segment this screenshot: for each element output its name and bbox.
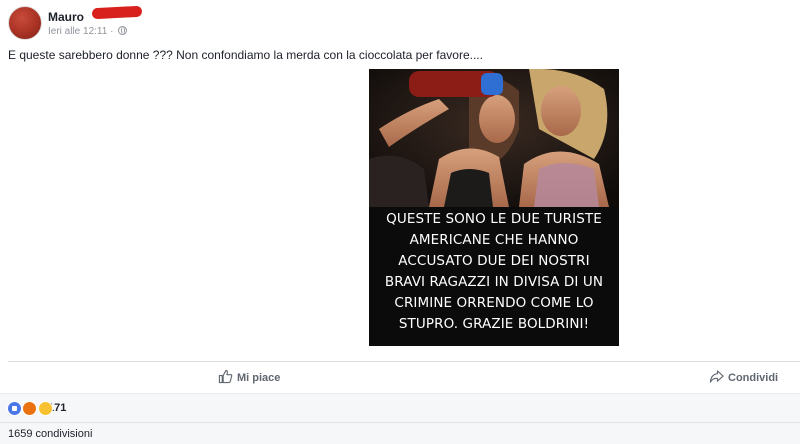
meme-caption: QUESTE SONO LE DUE TURISTE AMERICANE CHE… (369, 209, 619, 335)
share-label: Condividi (728, 372, 779, 384)
shares-count[interactable]: 1659 condivisioni (8, 428, 92, 440)
like-label: Mi piace (237, 372, 281, 384)
meme-caption-line: CRIMINE ORRENDO COME LO (394, 295, 594, 311)
post-meta: Ieri alle 12:11 · (48, 26, 128, 37)
meme-caption-line: BRAVI RAGAZZI IN DIVISA DI UN (384, 274, 604, 290)
author-first-name[interactable]: Mauro (48, 10, 84, 24)
meta-separator: · (110, 26, 114, 37)
meme-caption-line: STUPRO. GRAZIE BOLDRINI! (398, 316, 590, 332)
post-text: E queste sarebbero donne ??? Non confond… (8, 48, 483, 62)
share-button[interactable]: Condividi (709, 369, 778, 385)
post-image[interactable]: QUESTE SONO LE DUE TURISTE AMERICANE CHE… (369, 69, 619, 346)
globe-icon[interactable] (118, 26, 128, 35)
share-arrow-icon (709, 370, 724, 383)
post-timestamp[interactable]: Ieri alle 12:11 (48, 26, 107, 37)
haha-reaction-icon (37, 401, 53, 416)
author-name[interactable]: Mauro (48, 10, 84, 24)
like-button[interactable]: Mi piace (218, 369, 280, 385)
meme-caption-line: QUESTE SONO LE DUE TURISTE (386, 211, 602, 227)
reaction-icons[interactable] (7, 401, 53, 416)
photo-two-women (369, 69, 619, 207)
meme-caption-line: ACCUSATO DUE DEI NOSTRI (398, 253, 590, 269)
angry-reaction-icon (22, 401, 38, 416)
meme-caption-line: AMERICANE CHE HANNO (409, 232, 579, 248)
redaction-scribble (91, 5, 143, 20)
shares-bar: 1659 condivisioni (0, 422, 800, 444)
like-reaction-icon (7, 401, 22, 416)
avatar[interactable] (8, 6, 42, 40)
reactions-bar: 171 (0, 393, 800, 422)
thumbs-up-icon (218, 369, 233, 384)
action-bar: Mi piace Condividi (0, 362, 800, 392)
